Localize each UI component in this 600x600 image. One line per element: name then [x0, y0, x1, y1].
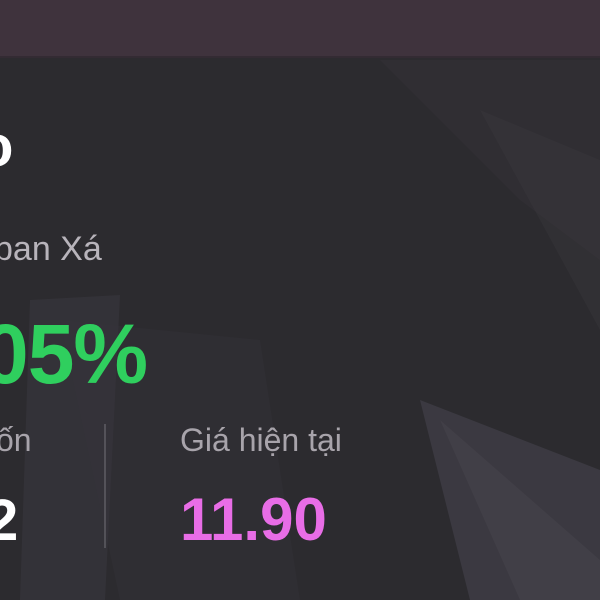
- stock-card-screen: o ban Xá 05% ốn 2 Giá hiện tại 11.90: [0, 0, 600, 600]
- stock-symbol: o: [0, 118, 14, 176]
- current-price-label: Giá hiện tại: [180, 422, 342, 458]
- stat-divider: [104, 424, 106, 548]
- reference-price-label: ốn: [0, 422, 32, 458]
- change-percent: 05%: [0, 307, 148, 401]
- stock-name: ban Xá: [0, 230, 102, 268]
- reference-price-value: 2: [0, 488, 19, 553]
- current-price-value: 11.90: [180, 486, 327, 553]
